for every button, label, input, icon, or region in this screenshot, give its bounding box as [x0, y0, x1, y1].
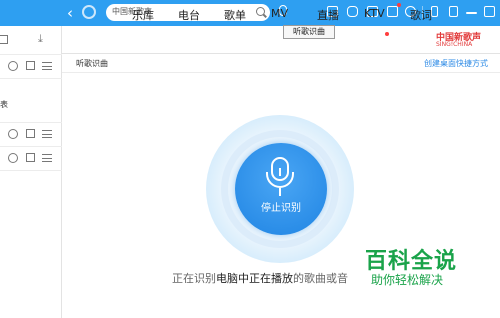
- share-icon[interactable]: [26, 129, 35, 138]
- microphone-icon-stand: [279, 188, 281, 196]
- main-nav: [62, 26, 500, 54]
- screen-icon[interactable]: [0, 35, 8, 44]
- sidebar-row[interactable]: [0, 123, 62, 147]
- sidebar-header: ⤓: [0, 26, 62, 55]
- share-icon[interactable]: [26, 153, 35, 162]
- tab-mv[interactable]: MV: [271, 7, 288, 20]
- download-icon[interactable]: ⤓: [38, 32, 43, 46]
- menu-icon[interactable]: [42, 62, 52, 70]
- menu-icon[interactable]: [42, 154, 52, 162]
- sidebar: ⤓ 表: [0, 26, 62, 318]
- show-logo-subtitle: SING!CHINA: [436, 41, 473, 48]
- menu-icon[interactable]: [42, 130, 52, 138]
- maximize-icon[interactable]: [484, 6, 495, 17]
- tab-live[interactable]: 直播: [317, 7, 339, 23]
- tooltip: 听歌识曲: [283, 25, 335, 39]
- tab-radio[interactable]: 电台: [178, 7, 200, 23]
- subheader: 听歌识曲 创建桌面快捷方式: [62, 55, 500, 73]
- minimize-icon[interactable]: [466, 12, 477, 14]
- gamepad-icon[interactable]: [347, 6, 358, 17]
- stop-button-label: 停止识别: [261, 203, 301, 214]
- share-icon[interactable]: [26, 61, 35, 70]
- skin-icon[interactable]: [387, 3, 401, 17]
- mini-mode-icon[interactable]: [449, 6, 458, 17]
- phone-icon[interactable]: [431, 6, 438, 17]
- refresh-icon[interactable]: [82, 5, 96, 19]
- upload-icon[interactable]: [8, 129, 18, 139]
- back-arrow-icon[interactable]: ‹: [62, 4, 78, 22]
- upload-icon[interactable]: [8, 153, 18, 163]
- status-text: 正在识别电脑中正在播放的歌曲或音: [172, 272, 348, 285]
- sidebar-item-label: 表: [0, 100, 8, 109]
- create-shortcut-link[interactable]: 创建桌面快捷方式: [424, 58, 488, 69]
- page-title: 听歌识曲: [76, 59, 108, 68]
- notification-dot: [385, 32, 389, 36]
- play-icon[interactable]: [8, 61, 18, 71]
- tab-music-library[interactable]: 乐库: [132, 7, 154, 23]
- tab-lyrics[interactable]: 歌词: [410, 7, 432, 23]
- sidebar-row[interactable]: [0, 147, 62, 171]
- tab-ktv[interactable]: KTV: [364, 7, 385, 20]
- sidebar-row[interactable]: [0, 55, 62, 79]
- tab-playlist[interactable]: 歌单: [224, 7, 246, 23]
- watermark-subtitle: 助你轻松解决: [371, 273, 444, 287]
- search-icon[interactable]: [256, 7, 265, 16]
- sidebar-row[interactable]: 表: [0, 79, 62, 123]
